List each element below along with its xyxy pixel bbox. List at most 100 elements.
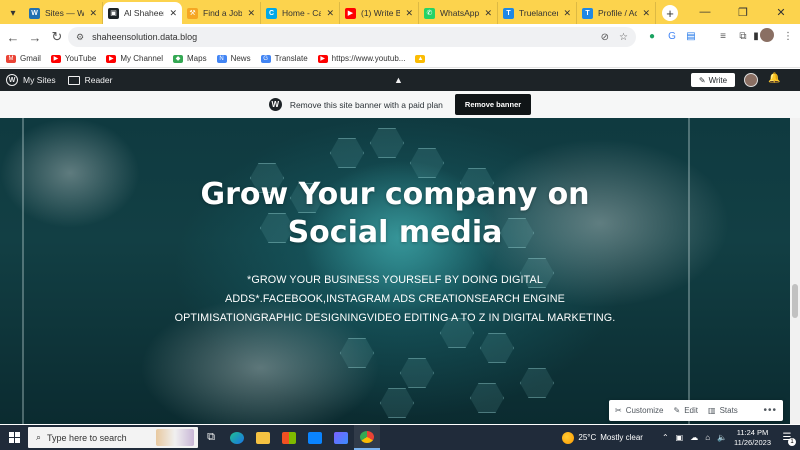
close-tab-icon[interactable]: ✕ xyxy=(89,8,97,19)
date-text: 11/26/2023 xyxy=(734,437,771,447)
minimize-icon[interactable]: — xyxy=(686,6,724,18)
browser-tab[interactable]: ✆ WhatsApp ✕ xyxy=(419,2,498,24)
bookmark-icon: G xyxy=(260,54,271,63)
bookmark-icon: M xyxy=(6,54,16,63)
close-tab-icon[interactable]: ✕ xyxy=(326,8,334,19)
onedrive-icon[interactable]: ☁ xyxy=(690,433,698,442)
bookmark-icon: N xyxy=(216,54,227,63)
tab-title: Find a Job - xyxy=(203,8,243,18)
edge-icon[interactable] xyxy=(224,425,250,450)
back-icon[interactable]: ← xyxy=(2,30,24,45)
bookmark-item[interactable]: N News xyxy=(216,54,251,63)
wp-admin-bar: W My Sites Reader ▲ ✎ Write 🔔 xyxy=(0,69,800,91)
notification-count: 1 xyxy=(788,438,796,446)
bookmark-item[interactable]: ◆ Maps xyxy=(173,54,207,63)
hero-section: Grow Your company on Social media *GROW … xyxy=(0,118,790,424)
reader-link[interactable]: Reader xyxy=(62,75,119,85)
close-tab-icon[interactable]: ✕ xyxy=(247,8,255,19)
mail-icon[interactable] xyxy=(302,425,328,450)
reader-icon xyxy=(67,75,80,85)
remove-banner-button[interactable]: Remove banner xyxy=(454,94,532,115)
tab-favicon-icon: ⚒ xyxy=(187,7,198,19)
tab-favicon-icon: ▣ xyxy=(108,7,119,19)
chrome-icon[interactable] xyxy=(354,425,380,450)
volume-icon[interactable]: 🔈 xyxy=(717,433,727,442)
tab-title: Home - Can xyxy=(282,8,322,18)
write-button[interactable]: ✎ Write xyxy=(691,73,735,87)
browser-tab[interactable]: T Profile / Acc ✕ xyxy=(577,2,656,24)
eye-off-icon[interactable]: ⊘ xyxy=(601,32,609,43)
tools-icon: ✂ xyxy=(615,406,622,415)
file-explorer-icon[interactable] xyxy=(250,425,276,450)
tab-title: Al Shaheen xyxy=(124,8,165,18)
network-icon[interactable]: ⌂ xyxy=(705,433,710,442)
bookmark-item[interactable]: ▲ xyxy=(415,54,429,63)
windows-start-icon[interactable] xyxy=(0,432,28,443)
site-info-icon[interactable]: ⚙ xyxy=(76,32,84,43)
media-control-icon[interactable]: ≡ xyxy=(715,28,731,44)
bookmark-icon: ▲ xyxy=(415,54,426,63)
task-view-icon[interactable]: ⧉ xyxy=(198,425,224,450)
close-tab-icon[interactable]: ✕ xyxy=(563,8,571,19)
bookmark-label: Maps xyxy=(187,54,207,63)
microsoft-store-icon[interactable] xyxy=(276,425,302,450)
browser-tab[interactable]: ▣ Al Shaheen ✕ xyxy=(103,2,182,24)
close-tab-icon[interactable]: ✕ xyxy=(169,8,177,19)
bookmark-item[interactable]: ▶ https://www.youtub... xyxy=(317,54,406,63)
chrome-menu-icon[interactable]: ⋮ xyxy=(780,28,796,44)
bookmark-item[interactable]: G Translate xyxy=(260,54,308,63)
user-avatar[interactable] xyxy=(744,73,758,87)
new-tab-button[interactable]: + xyxy=(662,5,678,21)
customize-button[interactable]: ✂ Customize xyxy=(615,406,664,415)
bookmarks-bar: M Gmail ▶ YouTube ▶ My Channel ◆ Maps N News G Tran… xyxy=(0,50,800,68)
my-sites-link[interactable]: W My Sites xyxy=(0,74,62,86)
meet-now-icon[interactable]: ▣ xyxy=(676,433,684,442)
browser-tab[interactable]: ⚒ Find a Job - ✕ xyxy=(182,2,261,24)
tab-favicon-icon: T xyxy=(503,7,514,19)
weather-widget[interactable]: 25°C Mostly clear xyxy=(562,431,643,444)
more-options-icon[interactable]: ••• xyxy=(763,405,777,416)
show-hidden-icons[interactable]: ⌃ xyxy=(662,433,669,442)
profile-avatar[interactable] xyxy=(760,28,774,42)
bookmark-icon: ▶ xyxy=(50,54,61,63)
notifications-icon[interactable]: 🔔 xyxy=(768,73,780,84)
edit-button[interactable]: ✎ Edit xyxy=(674,406,699,415)
pencil-icon: ✎ xyxy=(698,75,706,85)
page-scrollbar[interactable] xyxy=(790,118,800,424)
close-tab-icon[interactable]: ✕ xyxy=(642,8,650,19)
close-tab-icon[interactable]: ✕ xyxy=(405,8,413,19)
browser-tab[interactable]: C Home - Can ✕ xyxy=(261,2,340,24)
restore-icon[interactable]: ❐ xyxy=(724,6,762,19)
clock[interactable]: 11:24 PM 11/26/2023 xyxy=(734,428,771,448)
close-tab-icon[interactable]: ✕ xyxy=(484,8,492,19)
reload-icon[interactable]: ↻ xyxy=(46,29,68,45)
bookmark-item[interactable]: ▶ YouTube xyxy=(50,54,97,63)
browser-tab[interactable]: W Sites — Wor ✕ xyxy=(24,2,103,24)
docs-extension-icon[interactable]: ▤ xyxy=(683,28,699,44)
bookmark-star-icon[interactable]: ☆ xyxy=(619,32,628,43)
collapse-bar-icon[interactable]: ▲ xyxy=(394,75,403,85)
tab-search-icon[interactable]: ▾ xyxy=(2,2,24,24)
bookmark-label: Translate xyxy=(274,54,308,63)
wordpress-logo-icon: W xyxy=(6,74,18,86)
bookmark-icon: ◆ xyxy=(173,54,184,63)
tab-title: Profile / Acc xyxy=(598,8,638,18)
taskbar-search-box[interactable]: ⌕ Type here to search xyxy=(28,427,198,448)
stats-button[interactable]: ▥ Stats xyxy=(708,406,738,415)
address-bar[interactable]: ⚙ shaheensolution.data.blog ⊘ ☆ xyxy=(68,27,636,47)
clipchamp-icon[interactable] xyxy=(328,425,354,450)
bookmark-label: https://www.youtub... xyxy=(331,54,406,63)
bookmark-label: YouTube xyxy=(64,54,97,63)
notification-center-icon[interactable]: ☰ 1 xyxy=(778,432,796,446)
browser-tab[interactable]: ▶ (1) Write Be ✕ xyxy=(340,2,419,24)
browser-toolbar: ← → ↻ ⚙ shaheensolution.data.blog ⊘ ☆ ● … xyxy=(0,24,800,50)
forward-icon[interactable]: → xyxy=(24,30,46,45)
bookmark-item[interactable]: ▶ My Channel xyxy=(106,54,163,63)
customize-label: Customize xyxy=(625,406,664,415)
browser-tab[interactable]: T Truelancer | ✕ xyxy=(498,2,577,24)
translate-extension-icon[interactable]: G xyxy=(664,28,680,44)
scrollbar-thumb[interactable] xyxy=(792,284,798,318)
grammarly-extension-icon[interactable]: ● xyxy=(644,28,660,44)
bookmark-item[interactable]: M Gmail xyxy=(6,54,41,63)
close-window-icon[interactable]: ✕ xyxy=(762,6,800,19)
